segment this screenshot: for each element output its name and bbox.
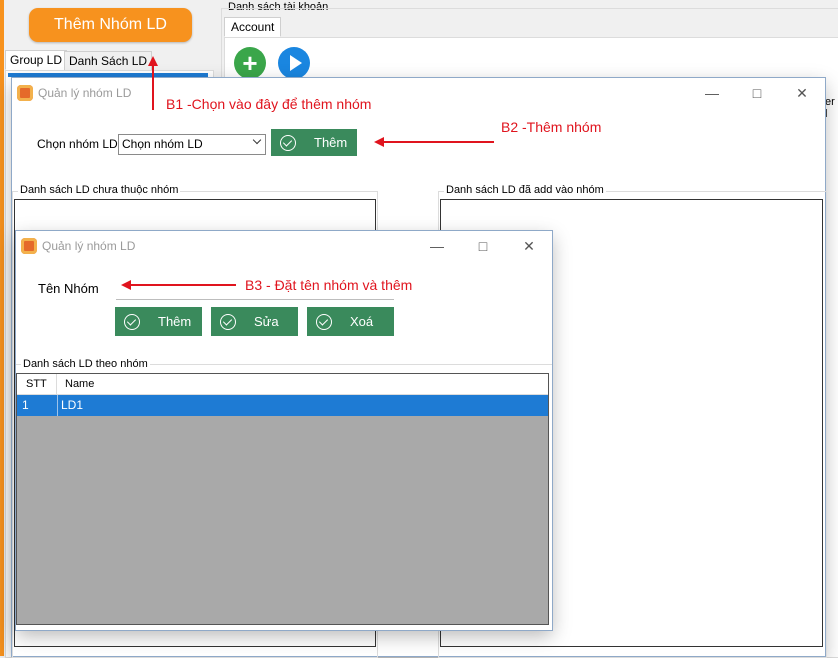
add-account-button[interactable]: + <box>234 47 266 79</box>
add-button-label: Thêm <box>158 314 192 329</box>
annotation-b1: B1 -Chọn vào đây để thêm nhóm <box>166 96 372 112</box>
check-circle-icon <box>280 134 296 151</box>
annotation-b2: B2 -Thêm nhóm <box>501 119 602 135</box>
add-button[interactable]: Thêm <box>115 307 202 336</box>
choose-group-label: Chọn nhóm LD <box>37 137 118 151</box>
add-group-button[interactable]: Thêm Nhóm LD <box>29 8 192 42</box>
cell-name: LD1 <box>61 398 84 412</box>
delete-button[interactable]: Xoá <box>307 307 394 336</box>
arrow-b1-line <box>152 64 154 110</box>
add-button[interactable]: Thêm <box>271 129 357 156</box>
maximize-icon[interactable]: □ <box>460 231 506 261</box>
window-2-title: Quản lý nhóm LD <box>42 239 136 253</box>
window-1-titlebar: Quản lý nhóm LD — □ ✕ <box>12 78 825 108</box>
play-button[interactable] <box>278 47 310 79</box>
close-icon[interactable]: ✕ <box>506 231 552 261</box>
table-row[interactable]: 1 LD1 <box>17 395 548 416</box>
tab-account[interactable]: Account <box>224 17 282 37</box>
group-box-right-label: Danh sách LD đã add vào nhóm <box>444 184 606 196</box>
minimize-icon[interactable]: — <box>414 231 460 261</box>
tab-danh-sach-ld[interactable]: Danh Sách LD <box>64 51 153 71</box>
orange-left-strip <box>0 0 4 656</box>
list-group-label: Danh sách LD theo nhóm <box>21 358 150 370</box>
play-icon <box>289 55 302 71</box>
close-icon[interactable]: ✕ <box>779 78 825 108</box>
annotation-b3: B3 - Đặt tên nhóm và thêm <box>245 277 413 293</box>
choose-group-select-value: Chọn nhóm LD <box>122 137 203 151</box>
column-header-name[interactable]: Name <box>58 374 94 394</box>
check-circle-icon <box>316 313 332 330</box>
edit-button-label: Sửa <box>254 314 279 329</box>
check-circle-icon <box>220 313 236 330</box>
tab-group-ld[interactable]: Group LD <box>5 50 68 70</box>
ld-group-grid[interactable]: STT Name 1 LD1 <box>16 373 549 625</box>
check-circle-icon <box>124 313 140 330</box>
grid-header: STT Name <box>17 374 548 395</box>
app-icon <box>21 238 37 254</box>
edit-button[interactable]: Sửa <box>211 307 298 336</box>
left-panel-selected-strip <box>8 73 208 77</box>
add-button-label: Thêm <box>314 135 348 150</box>
cell-stt: 1 <box>22 398 29 412</box>
minimize-icon[interactable]: — <box>689 78 735 108</box>
maximize-icon[interactable]: □ <box>734 78 780 108</box>
app-icon <box>17 85 33 101</box>
choose-group-select[interactable]: Chọn nhóm LD <box>118 134 266 155</box>
group-name-label: Tên Nhóm <box>38 281 99 296</box>
group-box-left-label: Danh sách LD chưa thuộc nhóm <box>18 184 181 196</box>
chevron-down-icon <box>252 135 262 145</box>
window-1-title: Quản lý nhóm LD <box>38 86 132 100</box>
arrow-b2-line <box>382 141 494 143</box>
column-header-stt[interactable]: STT <box>17 374 57 394</box>
plus-icon: + <box>242 48 258 78</box>
cell-divider <box>57 395 58 416</box>
window-2-titlebar: Quản lý nhóm LD — □ ✕ <box>16 231 552 261</box>
arrow-b3-line <box>129 284 236 286</box>
delete-button-label: Xoá <box>350 314 374 329</box>
